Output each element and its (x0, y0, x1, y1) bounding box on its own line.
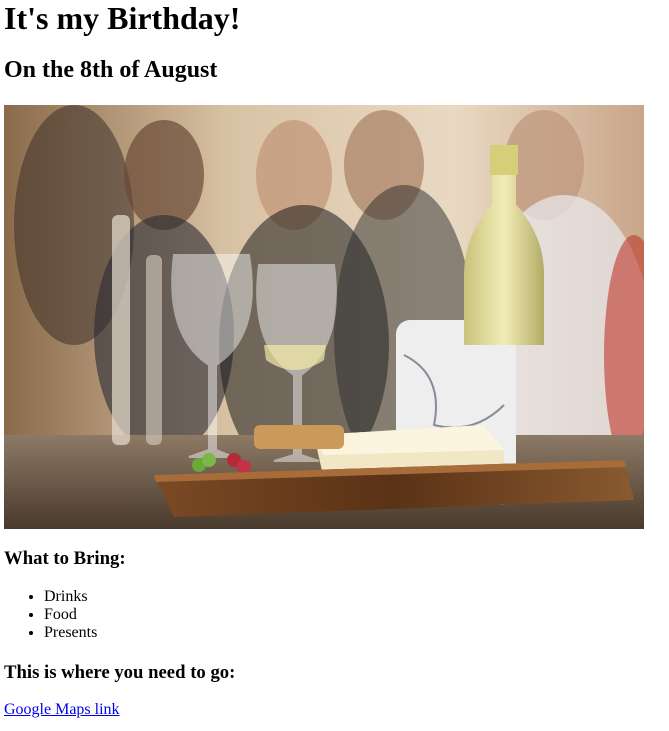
page-title: It's my Birthday! (4, 0, 241, 36)
bring-heading: What to Bring: (4, 548, 126, 569)
list-item: Drinks (44, 588, 97, 606)
page: It's my Birthday! On the 8th of August W… (0, 0, 669, 718)
bring-list: Drinks Food Presents (4, 588, 97, 642)
google-maps-link[interactable]: Google Maps link (4, 701, 120, 719)
list-item: Presents (44, 624, 97, 642)
page-subtitle: On the 8th of August (4, 57, 218, 83)
where-heading: This is where you need to go: (4, 662, 236, 683)
list-item: Food (44, 606, 97, 624)
party-photo (4, 105, 644, 529)
